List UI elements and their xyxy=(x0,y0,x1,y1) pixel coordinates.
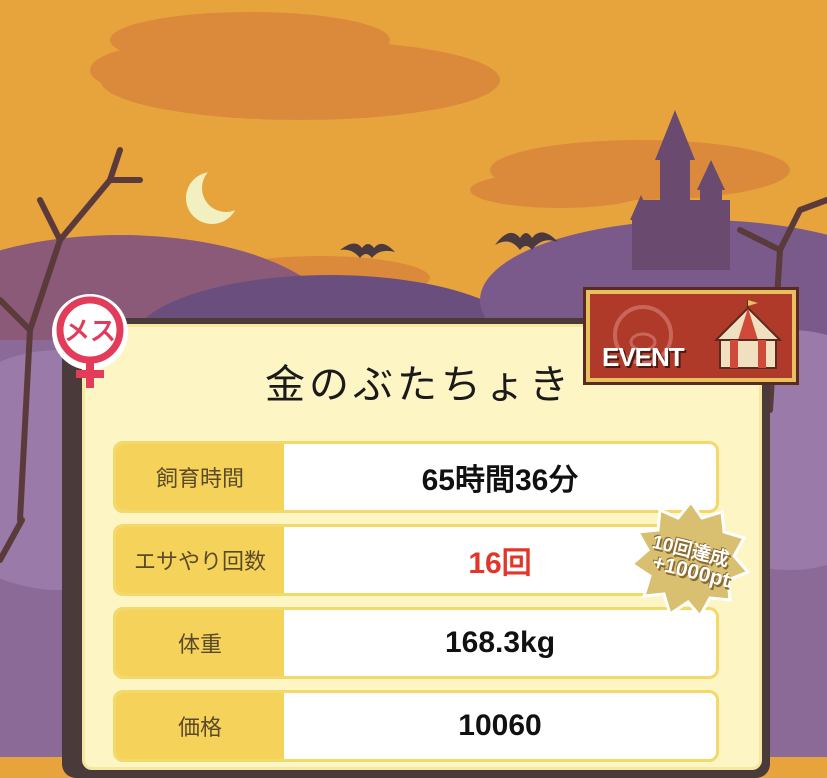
stat-label: 飼育時間 xyxy=(116,444,284,510)
circus-tent-icon xyxy=(713,300,783,369)
stat-label: エサやり回数 xyxy=(116,527,284,593)
stat-row-price: 価格 10060 xyxy=(113,690,719,762)
female-symbol-icon: メス xyxy=(52,294,128,388)
stat-value: 10060 xyxy=(458,709,542,742)
stat-label: 価格 xyxy=(116,693,284,759)
event-label: EVENT xyxy=(602,342,685,372)
gender-label: メス xyxy=(64,317,116,347)
event-banner[interactable]: EVENT xyxy=(583,287,799,385)
achievement-badge: 10回達成 +1000pt xyxy=(626,498,756,620)
stat-label: 体重 xyxy=(116,610,284,676)
